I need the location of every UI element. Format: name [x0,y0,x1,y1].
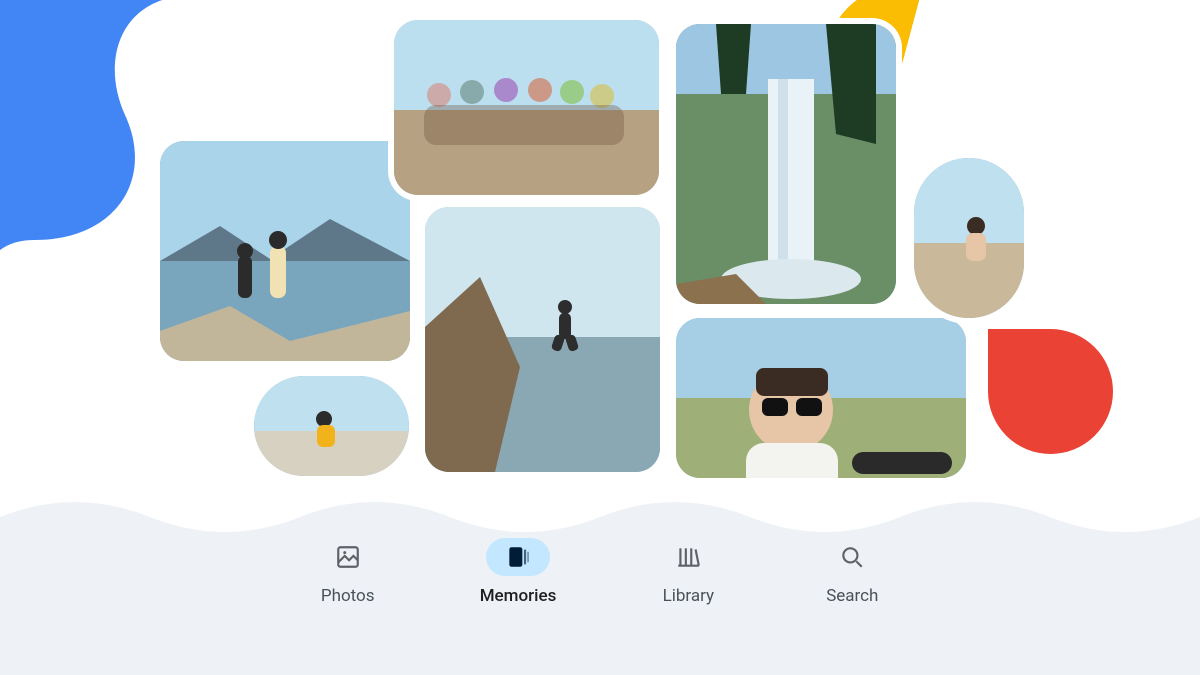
nav-label: Search [826,586,878,606]
nav-label: Memories [480,586,557,606]
library-icon [656,538,720,576]
bottom-nav: Photos Memories [0,538,1200,606]
photo-selfie[interactable] [676,318,966,478]
nav-item-search[interactable]: Search [820,538,884,606]
photo-waterfall[interactable] [676,24,896,304]
photo-cliff-jump[interactable] [425,207,660,472]
photo-lake-standing[interactable] [160,141,410,361]
decor-drop-red [988,329,1113,454]
photo-sitting-rock[interactable] [914,158,1024,318]
decor-wave [0,497,1200,537]
nav-label: Library [663,586,714,606]
search-icon [820,538,884,576]
photo-sitting-small[interactable] [254,376,409,476]
memories-icon [486,538,550,576]
nav-item-photos[interactable]: Photos [316,538,380,606]
image-icon [316,538,380,576]
nav-label: Photos [321,586,375,606]
nav-item-library[interactable]: Library [656,538,720,606]
photo-group-rocks[interactable] [394,20,659,195]
nav-item-memories[interactable]: Memories [480,538,557,606]
